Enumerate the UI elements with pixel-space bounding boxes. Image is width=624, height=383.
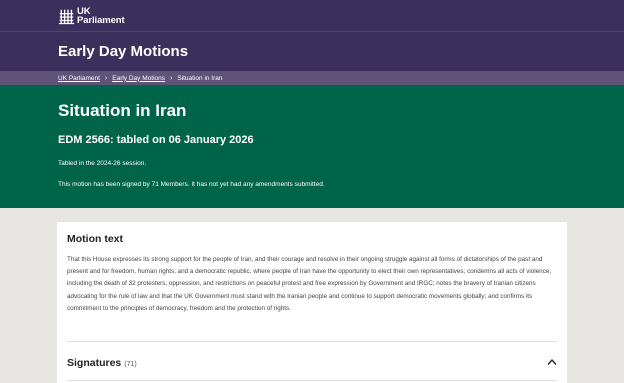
- logo-line-parliament: Parliament: [77, 15, 125, 26]
- signatures-toggle[interactable]: Signatures (71): [67, 355, 559, 371]
- divider: [67, 341, 557, 342]
- breadcrumb-uk-parliament[interactable]: UK Parliament: [58, 75, 100, 82]
- motion-text-heading: Motion text: [67, 233, 123, 245]
- breadcrumb-early-day-motions[interactable]: Early Day Motions: [112, 75, 165, 82]
- section-header: Early Day Motions: [0, 32, 624, 71]
- signatures-heading: Signatures: [67, 357, 122, 369]
- signed-summary: This motion has been signed by 71 Member…: [58, 181, 325, 188]
- motion-hero: Situation in Iran EDM 2566: tabled on 06…: [0, 85, 624, 208]
- page-title: Situation in Iran: [58, 101, 187, 120]
- edm-subtitle: EDM 2566: tabled on 06 January 2026: [58, 134, 254, 146]
- uk-parliament-logo[interactable]: UK Parliament: [58, 6, 125, 26]
- portcullis-icon: [58, 9, 75, 24]
- motion-card: Motion text That this House expresses it…: [57, 222, 567, 383]
- breadcrumb-current: Situation in Iran: [177, 74, 223, 82]
- chevron-right-icon: ›: [104, 74, 108, 82]
- breadcrumb: UK Parliament › Early Day Motions › Situ…: [0, 71, 624, 85]
- signatures-count: (71): [124, 360, 137, 368]
- global-header: UK Parliament: [0, 0, 624, 32]
- motion-text-body: That this House expresses its strong sup…: [67, 256, 552, 312]
- session-text: Tabled in the 2024-26 session.: [58, 160, 147, 167]
- chevron-up-icon[interactable]: [547, 358, 557, 366]
- chevron-right-icon: ›: [170, 74, 173, 82]
- section-title[interactable]: Early Day Motions: [58, 43, 188, 60]
